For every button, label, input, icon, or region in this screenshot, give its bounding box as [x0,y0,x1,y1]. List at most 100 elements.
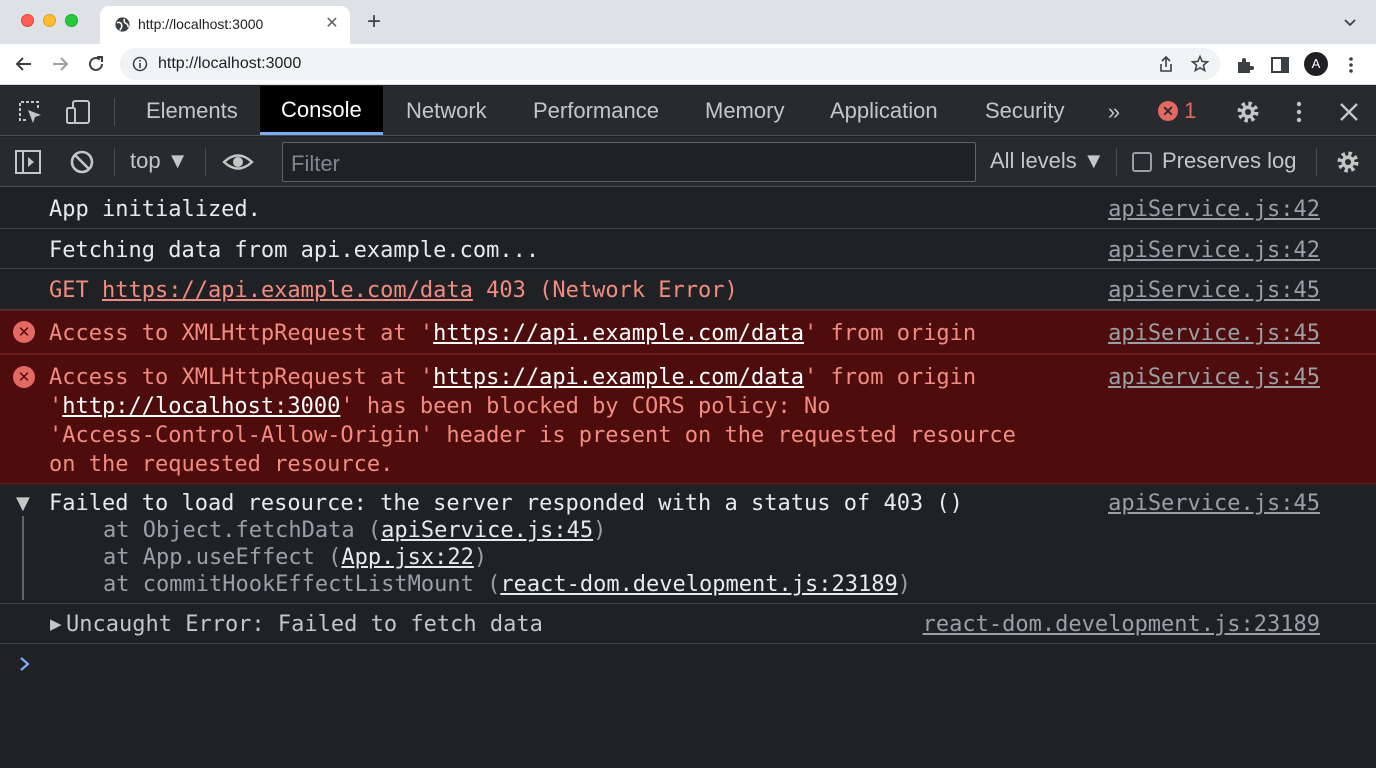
message-suffix: ' from origin [803,321,977,346]
error-message: ✕ Access to XMLHttpRequest at 'https://a… [0,354,1376,484]
address-bar[interactable]: http://localhost:3000 [120,48,1220,80]
message-suffix: ' from origin [803,365,977,390]
tab-title: http://localhost:3000 [138,16,264,32]
context-selector[interactable]: top ▼ [130,148,188,174]
stack-frame: at commitHookEffectListMount (react-dom.… [103,572,911,597]
forward-arrow-icon[interactable] [48,52,72,76]
stack-frame: at App.useEffect (App.jsx:22) [103,545,487,570]
gear-icon[interactable] [1234,98,1262,126]
collapse-triangle-icon[interactable]: ▼ [16,493,30,514]
request-status: 403 (Network Error) [486,278,738,303]
tab-close-icon[interactable]: ✕ [322,14,342,34]
network-error-message: GET https://api.example.com/data 403 (Ne… [0,269,1376,310]
sidebar-toggle-icon[interactable] [14,148,42,176]
origin-link[interactable]: http://localhost:3000 [62,394,340,419]
source-link[interactable]: apiService.js:45 [1108,321,1320,346]
message-line: 'Access-Control-Allow-Origin' header is … [49,423,1016,448]
toolbar-divider [1316,148,1317,176]
error-circle-icon: ✕ [13,366,35,388]
message-line: Access to XMLHttpRequest at 'https://api… [49,365,976,390]
toolbar-divider [114,98,115,126]
more-tabs-button[interactable]: » [1100,98,1128,126]
toolbar-divider [1116,148,1117,176]
console-message: App initialized. apiService.js:42 [0,188,1376,229]
new-tab-button[interactable]: + [362,9,386,35]
extensions-puzzle-icon[interactable] [1234,54,1256,76]
preserve-log-label: Preserves log [1162,148,1297,173]
clear-console-icon[interactable] [68,148,96,176]
console-toolbar: top ▼ Filter All levels ▼ Preserves log [0,137,1376,187]
frame-suffix: ) [593,518,607,543]
device-toolbar-icon[interactable] [64,98,92,126]
message-line: on the requested resource. [49,452,394,477]
preserve-log-checkbox[interactable] [1132,152,1152,172]
filter-input[interactable]: Filter [282,142,976,182]
error-count: 1 [1184,98,1197,123]
frame-prefix: at commitHookEffectListMount ( [103,572,501,597]
source-link[interactable]: apiService.js:45 [1108,278,1320,303]
message-text: Uncaught Error: Failed to fetch data [66,612,543,637]
request-url-link[interactable]: https://api.example.com/data [102,278,473,303]
message-rest: ' has been blocked by CORS policy: No [340,394,831,419]
tab-memory[interactable]: Memory [684,86,805,135]
source-link[interactable]: apiService.js:45 [1108,491,1320,516]
info-icon[interactable] [132,56,148,72]
tab-performance[interactable]: Performance [512,86,680,135]
stack-trace-message: ▼ Failed to load resource: the server re… [0,484,1376,604]
quote: ' [49,394,63,419]
message-text: Access to XMLHttpRequest at 'https://api… [49,321,976,346]
url-link[interactable]: https://api.example.com/data [433,365,804,390]
tab-console[interactable]: Console [260,86,383,135]
stack-frame: at Object.fetchData (apiService.js:45) [103,518,606,543]
error-count-badge[interactable]: ✕ 1 [1158,98,1196,124]
url-text[interactable]: http://localhost:3000 [158,55,301,73]
expand-triangle-icon[interactable]: ▶ [50,615,62,633]
frame-link[interactable]: App.jsx:22 [341,545,473,570]
url-link[interactable]: https://api.example.com/data [433,321,804,346]
source-link[interactable]: apiService.js:42 [1108,197,1320,222]
tab-security[interactable]: Security [964,86,1085,135]
close-devtools-icon[interactable] [1335,98,1363,126]
message-prefix: Access to XMLHttpRequest at ' [49,365,434,390]
inspect-element-icon[interactable] [16,98,44,126]
source-link[interactable]: react-dom.development.js:23189 [923,612,1320,637]
console-message: Fetching data from api.example.com... ap… [0,229,1376,269]
tab-strip: http://localhost:3000 ✕ + [0,0,1376,44]
frame-prefix: at App.useEffect ( [103,545,342,570]
toolbar-divider [114,148,115,176]
request-method: GET [49,278,89,303]
more-vert-icon[interactable] [1285,98,1313,126]
side-panel-icon[interactable] [1269,54,1291,76]
frame-link[interactable]: react-dom.development.js:23189 [500,572,897,597]
message-line: 'http://localhost:3000' has been blocked… [49,394,830,419]
message-text: GET https://api.example.com/data 403 (Ne… [49,278,738,303]
share-icon[interactable] [1156,54,1176,74]
profile-avatar[interactable]: A [1304,52,1328,76]
frame-link[interactable]: apiService.js:45 [381,518,593,543]
console-prompt-chevron-icon[interactable] [16,654,34,674]
eye-icon[interactable] [222,148,254,176]
uncaught-error-message: ▶ Uncaught Error: Failed to fetch data r… [0,604,1376,644]
reload-icon[interactable] [84,52,108,76]
close-window-button[interactable] [21,14,34,27]
source-link[interactable]: apiService.js:42 [1108,238,1320,263]
maximize-window-button[interactable] [65,14,78,27]
message-text: App initialized. [49,197,261,222]
console-messages: App initialized. apiService.js:42 Fetchi… [0,188,1376,644]
message-prefix: Access to XMLHttpRequest at ' [49,321,434,346]
more-vert-icon[interactable] [1340,54,1362,76]
browser-tab[interactable]: http://localhost:3000 ✕ [100,6,350,44]
toolbar-divider [205,148,206,176]
tab-network[interactable]: Network [385,86,508,135]
error-circle-icon: ✕ [13,321,35,343]
tab-elements[interactable]: Elements [125,86,259,135]
tab-application[interactable]: Application [809,86,959,135]
chevron-down-icon[interactable] [1340,12,1360,32]
back-arrow-icon[interactable] [12,52,36,76]
source-link[interactable]: apiService.js:45 [1108,365,1320,390]
log-levels-dropdown[interactable]: All levels ▼ [990,148,1105,174]
bookmark-star-icon[interactable] [1190,54,1210,74]
minimize-window-button[interactable] [43,14,56,27]
gear-icon[interactable] [1334,148,1362,176]
error-message: ✕ Access to XMLHttpRequest at 'https://a… [0,310,1376,354]
